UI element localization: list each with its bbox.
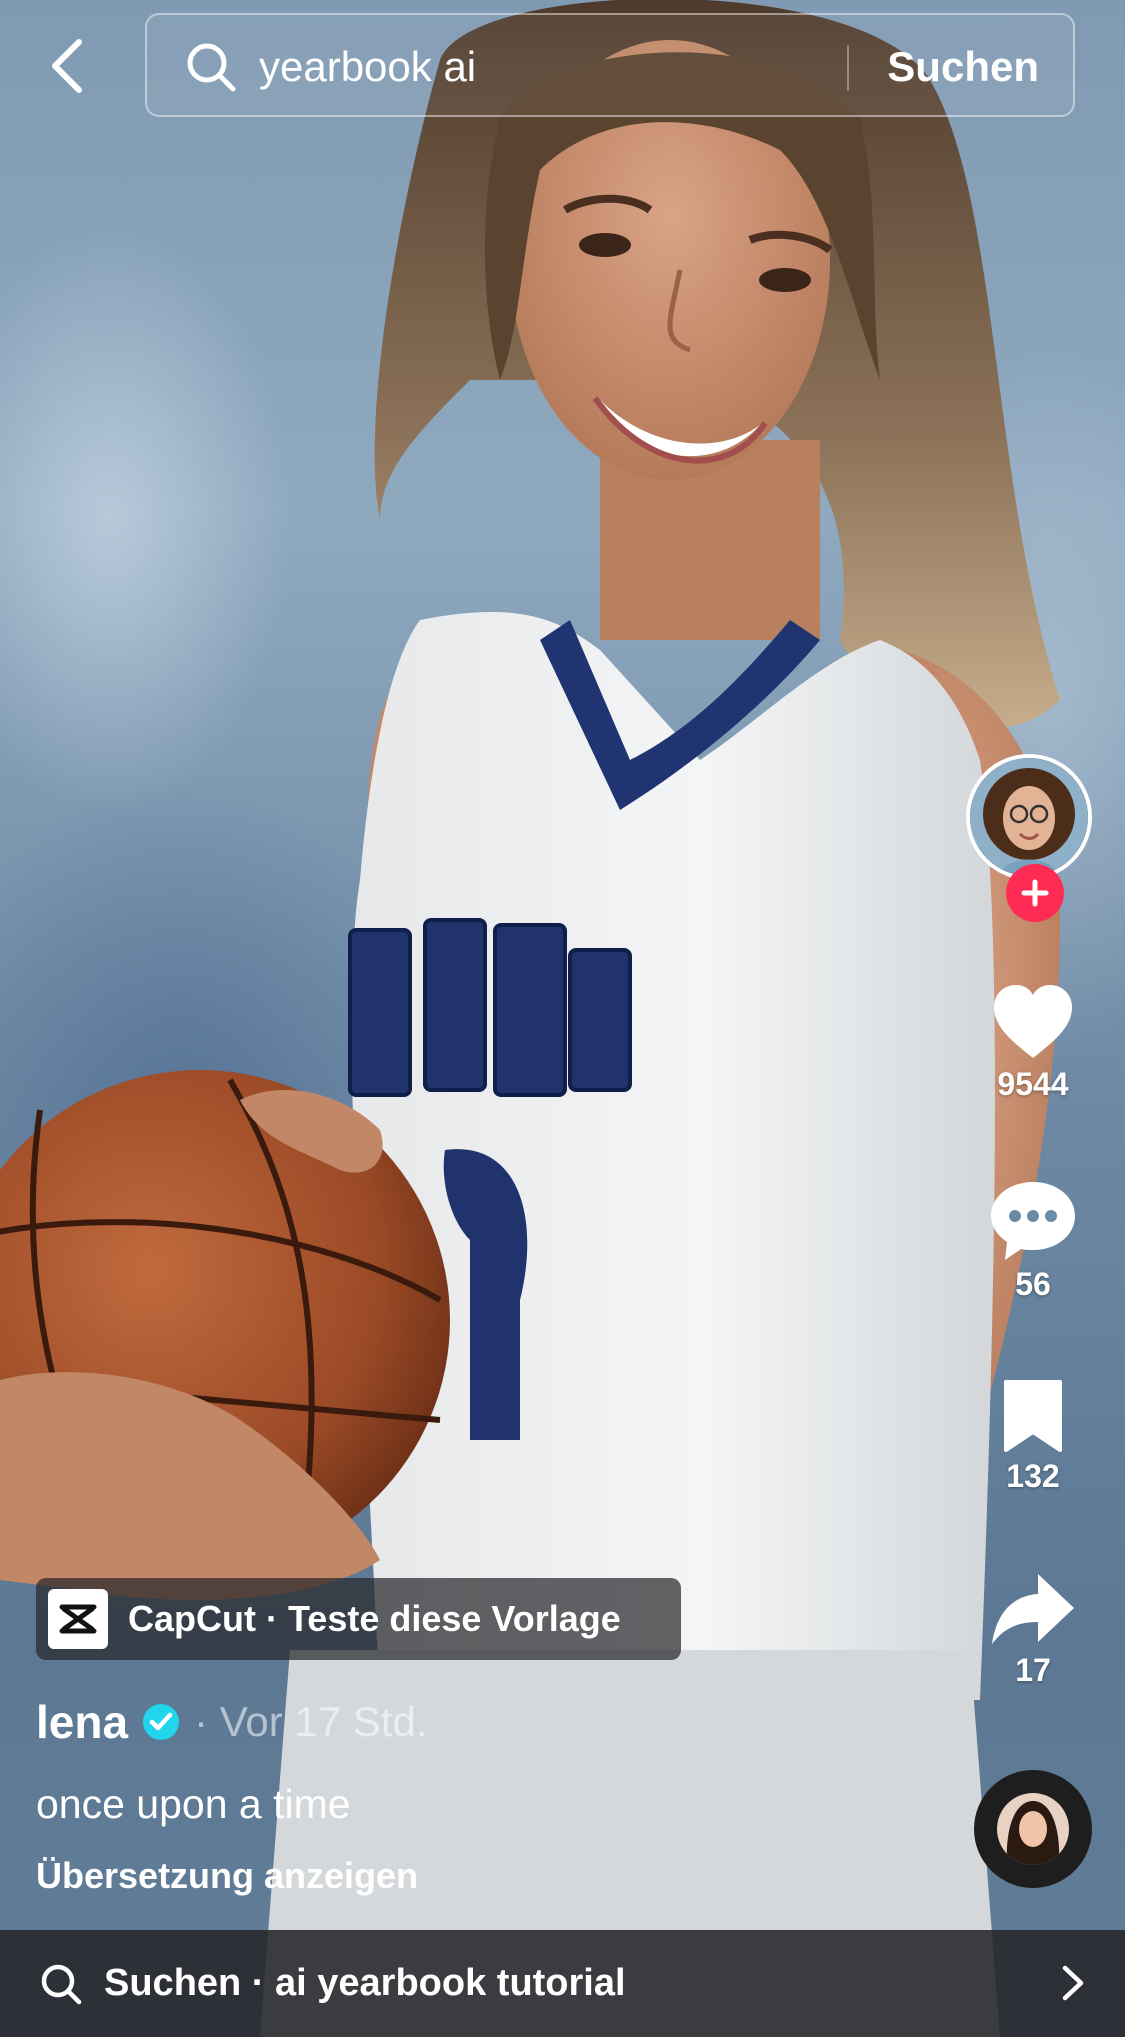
- bookmark-icon: [1004, 1380, 1062, 1452]
- follow-button[interactable]: [1006, 864, 1064, 922]
- creator-avatar-group: [966, 754, 1092, 922]
- verified-icon: [143, 1704, 180, 1740]
- search-divider: [847, 45, 849, 91]
- back-arrow-icon: [52, 39, 82, 93]
- bookmark-button[interactable]: 132: [960, 1378, 1106, 1496]
- share-icon: [992, 1574, 1074, 1644]
- comment-icon: [991, 1182, 1075, 1260]
- plus-icon: [1021, 879, 1049, 907]
- search-suggestion-bar[interactable]: Suchen · ai yearbook tutorial: [0, 1930, 1125, 2037]
- chevron-right-icon: [1062, 1965, 1084, 2001]
- search-icon: [187, 43, 236, 92]
- music-avatar: [997, 1793, 1069, 1865]
- search-submit-button[interactable]: Suchen: [887, 39, 1039, 95]
- search-query[interactable]: yearbook ai: [259, 39, 476, 95]
- like-count: 9544: [997, 1066, 1069, 1102]
- search-icon: [41, 1964, 82, 2004]
- post-time: · Vor 17 Std.: [194, 1698, 428, 1745]
- heart-icon: [994, 985, 1072, 1058]
- author-line: lena · Vor 17 Std.: [36, 1692, 428, 1752]
- translate-link[interactable]: Übersetzung anzeigen: [36, 1852, 418, 1900]
- share-count: 17: [1015, 1652, 1051, 1688]
- comment-count: 56: [1015, 1266, 1051, 1302]
- author-name[interactable]: lena: [36, 1695, 128, 1749]
- search-bar[interactable]: yearbook ai Suchen: [145, 13, 1075, 117]
- comment-button[interactable]: 56: [960, 1178, 1106, 1304]
- creator-avatar[interactable]: [966, 754, 1092, 880]
- capcut-logo-icon: [48, 1589, 108, 1649]
- search-suggestion-label: Suchen · ai yearbook tutorial: [104, 1962, 626, 2004]
- bookmark-count: 132: [1006, 1458, 1060, 1494]
- back-button[interactable]: [36, 28, 98, 104]
- avatar-image: [970, 758, 1088, 876]
- capcut-template-chip[interactable]: CapCut · Teste diese Vorlage: [36, 1578, 681, 1660]
- music-disc[interactable]: [974, 1770, 1092, 1888]
- music-avatar-image: [997, 1793, 1069, 1865]
- like-button[interactable]: 9544: [960, 982, 1106, 1104]
- capcut-template-label: CapCut · Teste diese Vorlage: [128, 1598, 621, 1639]
- share-button[interactable]: 17: [960, 1570, 1106, 1690]
- video-caption: once upon a time: [36, 1781, 351, 1827]
